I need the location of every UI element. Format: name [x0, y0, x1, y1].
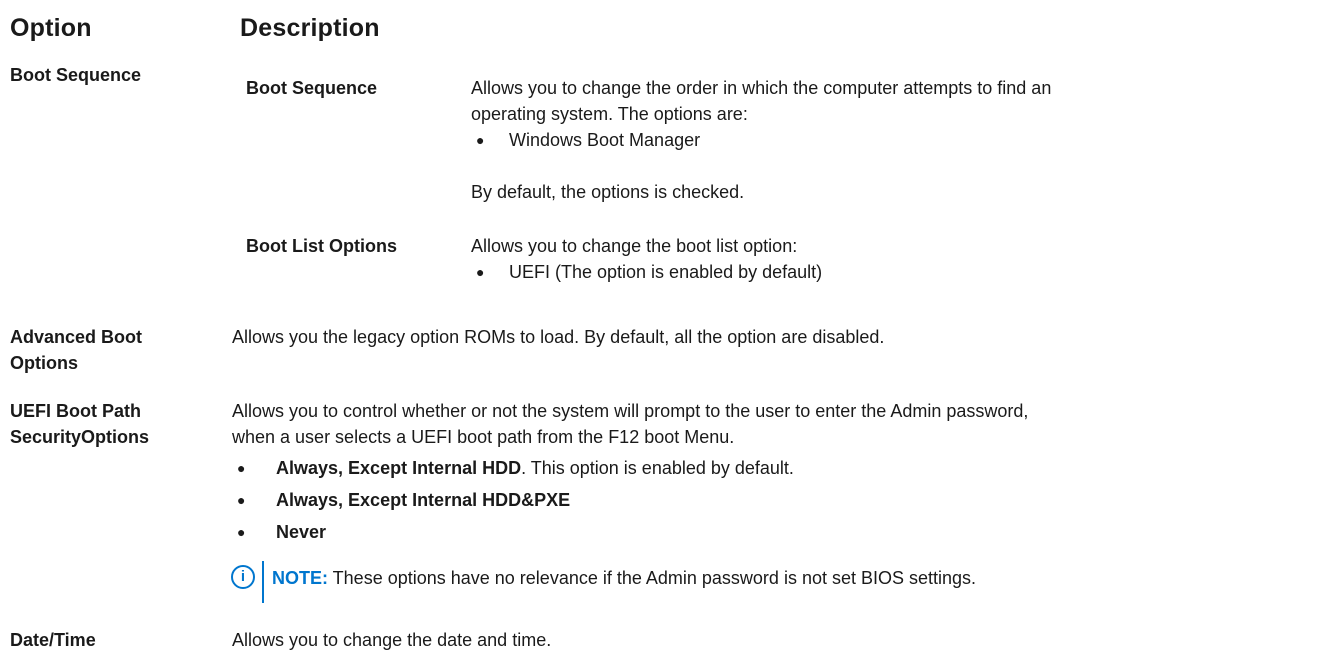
uefi-option-always-except-hdd-bold: Always, Except Internal HDD [276, 458, 522, 478]
boot-sequence-option-item: Windows Boot Manager [509, 130, 701, 150]
uefi-option-always-except-hdd-rest: . This option is enabled by default. [521, 458, 794, 478]
sub-option-boot-sequence: Boot Sequence [246, 78, 378, 98]
uefi-boot-path-desc-line1: Allows you to control whether or not the… [232, 401, 1029, 421]
boot-list-option-item: UEFI (The option is enabled by default) [509, 262, 823, 282]
uefi-option-never: Never [276, 522, 327, 542]
uefi-boot-path-desc-line2: when a user selects a UEFI boot path fro… [232, 427, 735, 447]
date-time-description: Allows you to change the date and time. [232, 630, 552, 650]
advanced-boot-description: Allows you the legacy option ROMs to loa… [232, 327, 885, 347]
header-description: Description [240, 14, 380, 42]
bullet-dot-icon: ● [237, 460, 246, 476]
option-uefi-boot-path-line2: SecurityOptions [10, 427, 150, 447]
info-circle-icon: i [231, 565, 255, 589]
uefi-option-always-except-hdd-pxe: Always, Except Internal HDD&PXE [276, 490, 571, 510]
option-advanced-boot-line1: Advanced Boot [10, 327, 143, 347]
header-option: Option [10, 14, 92, 42]
option-uefi-boot-path-line1: UEFI Boot Path [10, 401, 141, 421]
option-boot-sequence: Boot Sequence [10, 65, 142, 85]
note-text: NOTE: These options have no relevance if… [272, 565, 976, 591]
note-label: NOTE: [272, 568, 328, 588]
bullet-dot-icon: ● [476, 132, 485, 148]
bullet-dot-icon: ● [476, 264, 485, 280]
option-advanced-boot-line2: Options [10, 353, 78, 373]
sub-option-boot-list-options: Boot List Options [246, 236, 397, 256]
bullet-dot-icon: ● [237, 524, 246, 540]
note-divider [262, 561, 264, 603]
option-date-time: Date/Time [10, 630, 96, 650]
boot-sequence-desc-line1: Allows you to change the order in which … [471, 78, 1052, 98]
uefi-option-always-except-hdd: Always, Except Internal HDD. This option… [276, 455, 794, 481]
note-body: These options have no relevance if the A… [328, 568, 977, 588]
boot-sequence-default-text: By default, the options is checked. [471, 182, 745, 202]
boot-sequence-desc-line2: operating system. The options are: [471, 104, 748, 124]
bullet-dot-icon: ● [237, 492, 246, 508]
boot-list-desc-line1: Allows you to change the boot list optio… [471, 236, 798, 256]
